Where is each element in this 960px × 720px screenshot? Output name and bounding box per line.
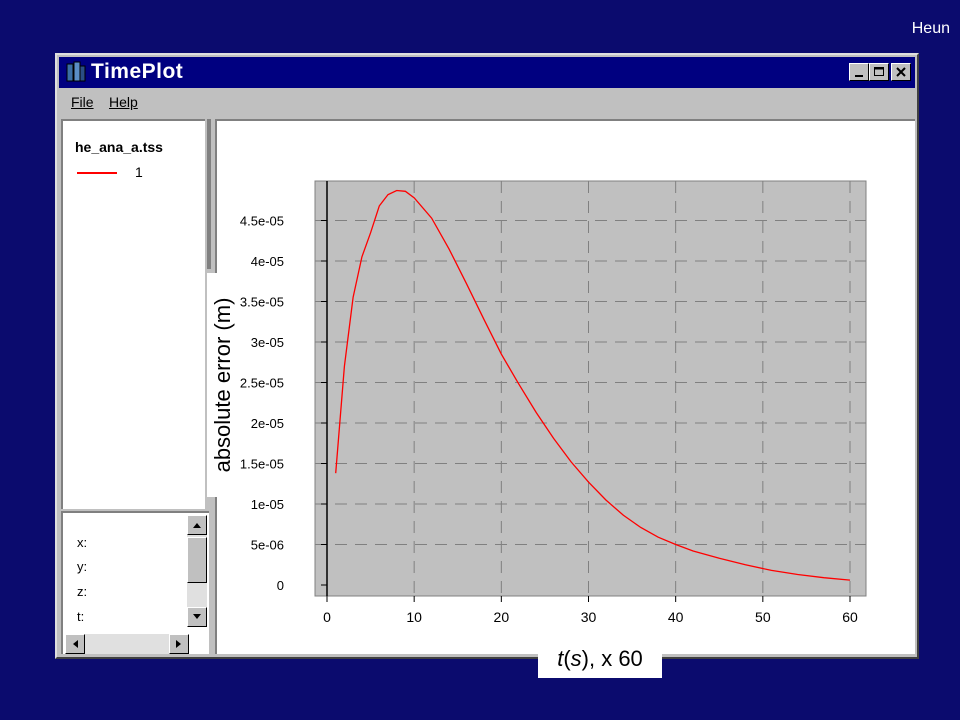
y-tick-label: 0 bbox=[277, 578, 284, 593]
y-tick-label: 1e-05 bbox=[251, 497, 284, 512]
x-tick-label: 0 bbox=[323, 609, 331, 625]
y-tick-label: 5e-06 bbox=[251, 538, 284, 553]
x-tick-label: 40 bbox=[668, 609, 684, 625]
y-axis-label: absolute error (m) bbox=[210, 297, 235, 473]
plot-area bbox=[314, 180, 867, 597]
x-tick-label: 60 bbox=[842, 609, 858, 625]
x-tick-label: 30 bbox=[581, 609, 597, 625]
x-axis-label: t(s), x 60 bbox=[538, 640, 662, 678]
y-tick-label: 3e-05 bbox=[251, 335, 284, 350]
y-tick-label: 2e-05 bbox=[251, 416, 284, 431]
x-axis-paren-variable: s bbox=[570, 646, 582, 671]
x-axis-variable: t bbox=[557, 646, 564, 671]
x-axis-suffix: , x 60 bbox=[588, 646, 643, 671]
x-tick-label: 10 bbox=[406, 609, 422, 625]
error-chart: 0 5e-06 1e-05 1.5e-05 2e-05 2.5e-05 3e-05 3.5e-… bbox=[240, 180, 867, 625]
x-tick-label: 50 bbox=[755, 609, 771, 625]
y-tick-label: 1.5e-05 bbox=[240, 457, 284, 472]
y-tick-label: 4e-05 bbox=[251, 254, 284, 269]
x-tick-label: 20 bbox=[494, 609, 510, 625]
y-tick-label: 4.5e-05 bbox=[240, 214, 284, 229]
y-tick-label: 2.5e-05 bbox=[240, 376, 284, 391]
y-tick-label: 3.5e-05 bbox=[240, 295, 284, 310]
